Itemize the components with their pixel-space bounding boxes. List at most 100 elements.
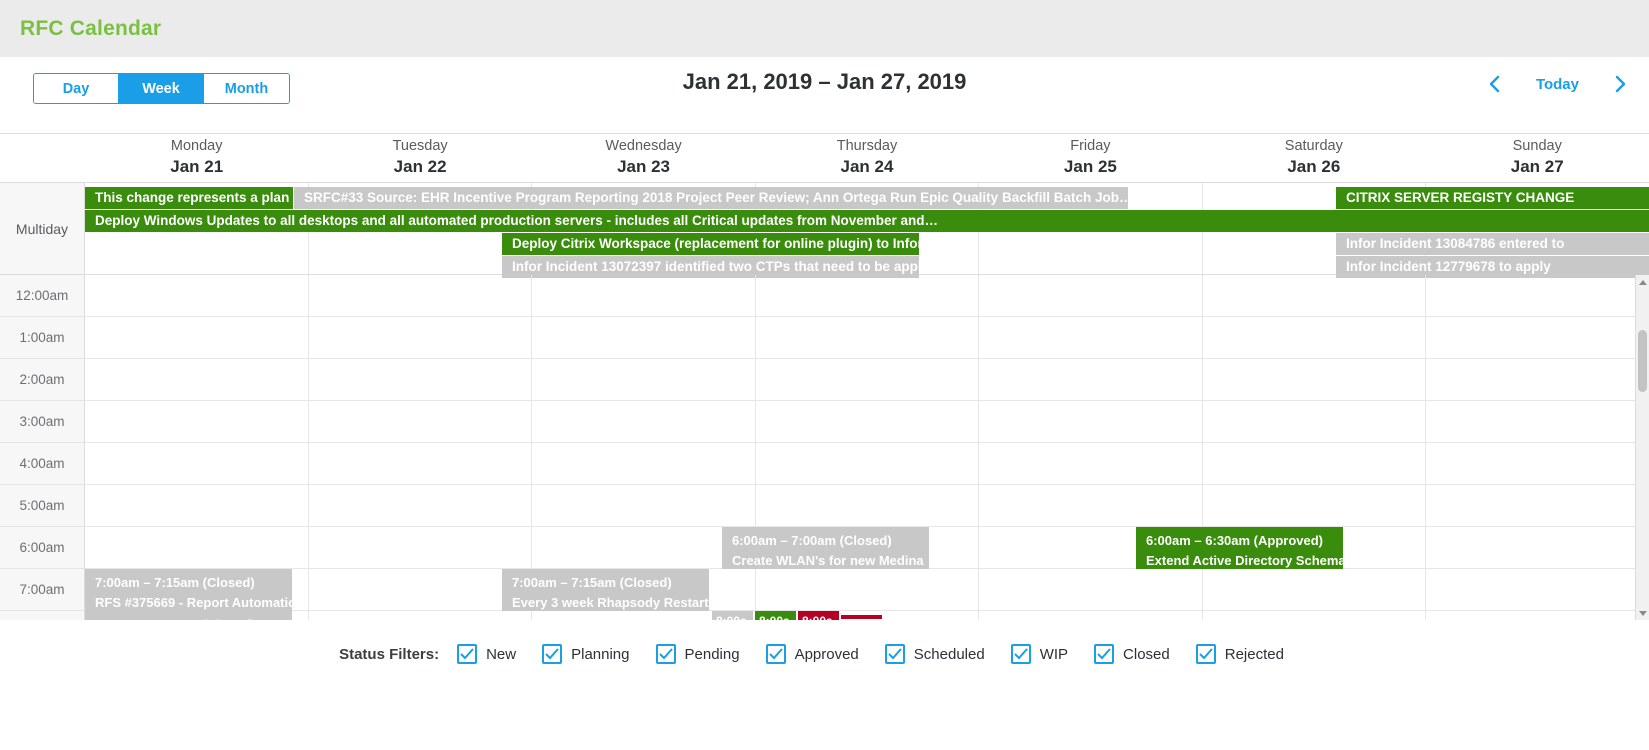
- checkbox-checked-icon[interactable]: [765, 644, 786, 664]
- filter-pending[interactable]: Pending: [655, 644, 740, 664]
- timed-event[interactable]: 7:00am – 7:15am (Closed) RFS #375669 - R…: [85, 569, 292, 611]
- hour-row: 12:00am: [0, 275, 1649, 317]
- cell[interactable]: [85, 443, 309, 485]
- timed-event[interactable]: 6:00am – 7:00am (Closed) Create WLAN's f…: [722, 527, 929, 569]
- cell[interactable]: [979, 443, 1203, 485]
- cell[interactable]: [308, 485, 533, 527]
- cell[interactable]: [309, 611, 533, 620]
- cell[interactable]: [1202, 359, 1427, 401]
- cell[interactable]: [1426, 485, 1649, 527]
- cell[interactable]: [1426, 611, 1649, 620]
- filter-planning[interactable]: Planning: [542, 644, 630, 664]
- timed-event-chip[interactable]: 8:00a: [798, 611, 839, 620]
- cell[interactable]: [755, 443, 980, 485]
- timed-event[interactable]: 6:00am – 6:30am (Approved) Extend Active…: [1136, 527, 1343, 569]
- multiday-event[interactable]: Deploy Citrix Workspace (replacement for…: [502, 233, 919, 255]
- cell[interactable]: [1426, 317, 1649, 359]
- cell[interactable]: [979, 485, 1203, 527]
- multiday-event[interactable]: Deploy Windows Updates to all desktops a…: [85, 210, 1649, 232]
- cell[interactable]: [755, 275, 980, 317]
- filter-closed[interactable]: Closed: [1094, 644, 1170, 664]
- cell[interactable]: [979, 401, 1203, 443]
- cell[interactable]: [85, 359, 309, 401]
- cell[interactable]: [1426, 527, 1649, 569]
- cell[interactable]: [979, 317, 1203, 359]
- cell[interactable]: [532, 359, 756, 401]
- checkbox-checked-icon[interactable]: [1010, 644, 1031, 664]
- filter-wip[interactable]: WIP: [1010, 644, 1068, 664]
- cell[interactable]: [85, 317, 309, 359]
- cell[interactable]: [308, 527, 533, 569]
- today-button[interactable]: Today: [1534, 76, 1581, 93]
- checkbox-checked-icon[interactable]: [1195, 644, 1216, 664]
- hour-label: 3:00am: [0, 401, 85, 443]
- timed-event[interactable]: 7:00am – 7:15am (Closed) Every 3 week Rh…: [502, 569, 709, 611]
- event-time: 8:00am – 8:30am (Closed): [95, 615, 292, 620]
- hour-label: 12:00am: [0, 275, 85, 317]
- timed-event-chip[interactable]: 8:00a: [755, 611, 796, 620]
- cell[interactable]: [308, 317, 533, 359]
- checkbox-checked-icon[interactable]: [655, 644, 676, 664]
- multiday-event[interactable]: SRFC#33 Source: EHR Incentive Program Re…: [294, 187, 1128, 209]
- checkbox-checked-icon[interactable]: [1094, 644, 1115, 664]
- cell[interactable]: [755, 401, 980, 443]
- app-title: RFC Calendar: [20, 16, 162, 40]
- cell[interactable]: [1426, 569, 1649, 611]
- filter-scheduled[interactable]: Scheduled: [884, 644, 985, 664]
- cell[interactable]: [1202, 317, 1427, 359]
- cell[interactable]: [979, 359, 1203, 401]
- cell[interactable]: [1202, 275, 1427, 317]
- cell[interactable]: [979, 569, 1203, 611]
- day-name: Sunday: [1512, 138, 1562, 154]
- timed-event-chip[interactable]: [841, 615, 882, 619]
- cell[interactable]: [1202, 443, 1427, 485]
- chevron-right-icon[interactable]: [1609, 71, 1631, 97]
- cell[interactable]: [979, 611, 1203, 620]
- cell[interactable]: [1202, 485, 1427, 527]
- cell[interactable]: [1426, 443, 1649, 485]
- filter-new[interactable]: New: [457, 644, 516, 664]
- cell[interactable]: [1202, 401, 1427, 443]
- checkbox-checked-icon[interactable]: [457, 644, 478, 664]
- cell[interactable]: [308, 275, 533, 317]
- scroll-down-arrow-icon[interactable]: [1636, 606, 1649, 620]
- scroll-up-arrow-icon[interactable]: [1636, 275, 1649, 289]
- scrollbar-thumb[interactable]: [1638, 330, 1647, 392]
- filter-approved[interactable]: Approved: [765, 644, 859, 664]
- cell[interactable]: [755, 359, 980, 401]
- multiday-event[interactable]: CITRIX SERVER REGISTY CHANGE: [1336, 187, 1649, 209]
- cell[interactable]: [532, 443, 756, 485]
- cell[interactable]: [532, 485, 756, 527]
- cell[interactable]: [532, 275, 756, 317]
- cell[interactable]: [85, 275, 309, 317]
- timed-event[interactable]: 8:00am – 8:30am (Closed): [85, 611, 292, 620]
- timed-event-chip[interactable]: 8:00a: [712, 611, 753, 620]
- cell[interactable]: [308, 401, 533, 443]
- vertical-scrollbar[interactable]: [1635, 275, 1649, 620]
- time-grid-scroll[interactable]: 12:00am 1:00am 2:00am 3:00am 4:00am 5:00…: [0, 275, 1649, 620]
- multiday-event[interactable]: Infor Incident 13084786 entered to: [1336, 233, 1649, 255]
- multiday-event[interactable]: This change represents a plan to: [85, 187, 293, 209]
- cell[interactable]: [85, 401, 309, 443]
- cell[interactable]: [308, 569, 533, 611]
- chevron-left-icon[interactable]: [1484, 71, 1506, 97]
- cell[interactable]: [1202, 569, 1427, 611]
- checkbox-checked-icon[interactable]: [542, 644, 563, 664]
- cell[interactable]: [308, 359, 533, 401]
- cell[interactable]: [979, 275, 1203, 317]
- cell[interactable]: [1426, 275, 1649, 317]
- cell[interactable]: [755, 485, 980, 527]
- checkbox-checked-icon[interactable]: [884, 644, 905, 664]
- cell[interactable]: [755, 569, 980, 611]
- cell[interactable]: [532, 317, 756, 359]
- filter-rejected[interactable]: Rejected: [1195, 644, 1284, 664]
- cell[interactable]: [532, 401, 756, 443]
- cell[interactable]: [1203, 611, 1427, 620]
- cell[interactable]: [308, 443, 533, 485]
- cell[interactable]: [755, 317, 980, 359]
- cell[interactable]: [1426, 401, 1649, 443]
- cell[interactable]: [85, 485, 309, 527]
- cell[interactable]: [1426, 359, 1649, 401]
- cell[interactable]: [85, 527, 309, 569]
- multiday-canvas: This change represents a plan to SRFC#33…: [85, 183, 1649, 278]
